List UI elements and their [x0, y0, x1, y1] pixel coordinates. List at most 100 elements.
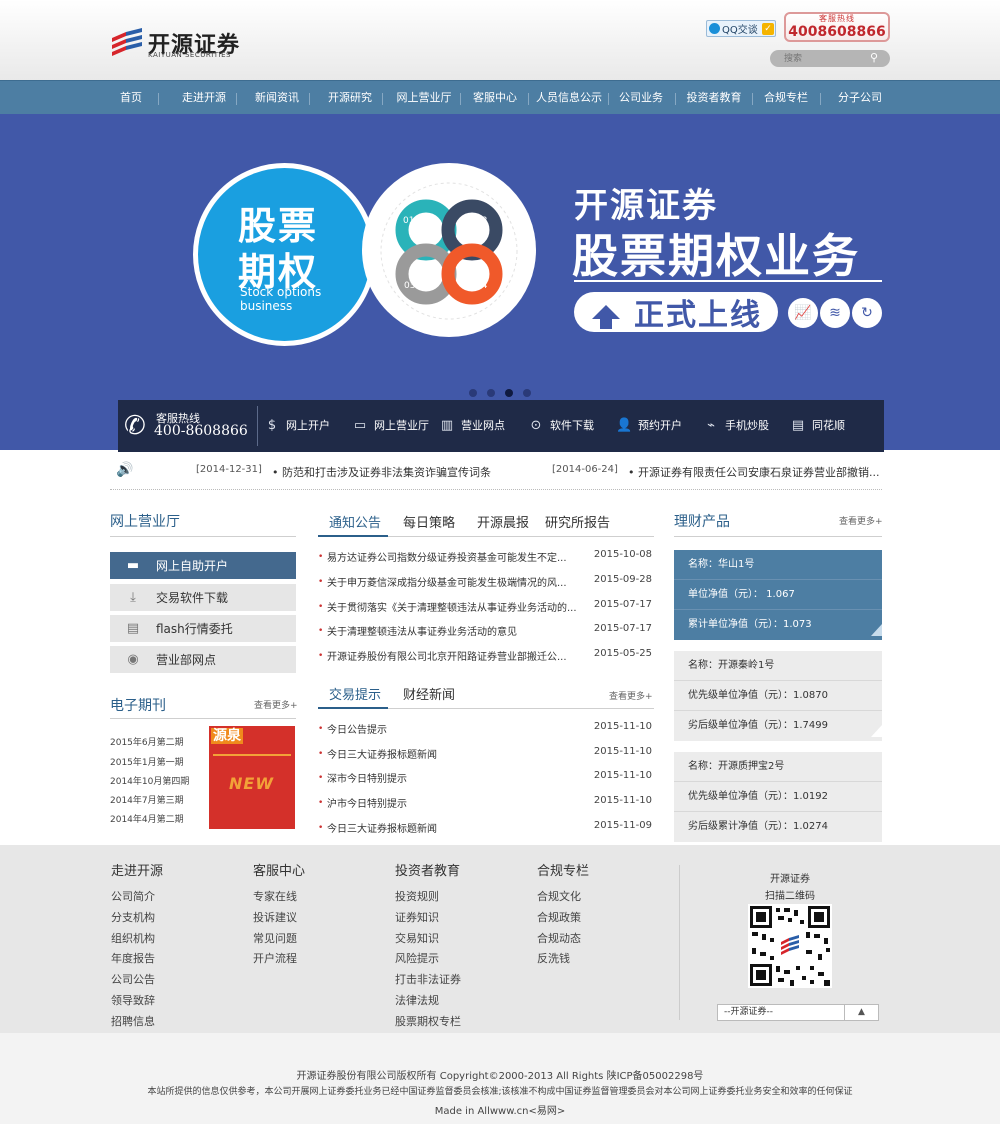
- qq-chat-button[interactable]: QQ交谈 ✓: [706, 20, 776, 37]
- list-item[interactable]: • 沪市今日特别提示 2015-11-10: [318, 793, 654, 818]
- emagazine-issue-link[interactable]: 2014年10月第四期: [110, 774, 189, 787]
- ticker-link[interactable]: • 防范和打击涉及证券非法集资诈骗宣传词条: [272, 464, 491, 480]
- nav-item-news[interactable]: 新闻资讯: [249, 81, 305, 115]
- carousel-dot[interactable]: [523, 389, 531, 397]
- nav-item-service[interactable]: 客服中心: [467, 81, 523, 115]
- hotline-box: 客服热线 4008608866: [784, 12, 890, 42]
- trading-more-link[interactable]: 查看更多+: [609, 689, 653, 702]
- footer-link[interactable]: 反洗钱: [537, 950, 570, 966]
- quick-link-online-account[interactable]: $ 网上开户: [264, 415, 330, 437]
- ticker-link[interactable]: • 开源证券有限责任公司安康石泉证券营业部撤销...: [628, 464, 879, 480]
- footer-link[interactable]: 开户流程: [253, 950, 297, 966]
- footer-link[interactable]: 领导致辞: [111, 992, 155, 1008]
- nav-item-about[interactable]: 走进开源: [176, 81, 232, 115]
- branch-locations-button[interactable]: ◉ 营业部网点: [110, 646, 296, 673]
- emagazine-issue-link[interactable]: 2014年7月第三期: [110, 793, 184, 806]
- footer-link[interactable]: 打击非法证券: [395, 971, 461, 987]
- emagazine-issue-link[interactable]: 2015年6月第二期: [110, 735, 184, 748]
- footer-link[interactable]: 组织机构: [111, 930, 155, 946]
- list-item[interactable]: • 今日三大证券报标题新闻 2015-11-09: [318, 818, 654, 843]
- footer-link[interactable]: 公司简介: [111, 888, 155, 904]
- list-item[interactable]: • 易方达证券公司指数分级证券投资基金可能发生不定... 2015-10-08: [318, 547, 654, 572]
- quick-link-branches[interactable]: ▥ 营业网点: [439, 415, 505, 437]
- footer-link[interactable]: 风险提示: [395, 950, 439, 966]
- footer-link[interactable]: 合规文化: [537, 888, 581, 904]
- triangle-up-icon[interactable]: ▲: [844, 1005, 878, 1020]
- footer-link[interactable]: 公司公告: [111, 971, 155, 987]
- list-item-date: 2015-09-28: [593, 574, 652, 585]
- quick-link-appointment[interactable]: 👤 预约开户: [616, 415, 682, 437]
- list-item-title: 关于贯彻落实《关于清理整顿违法从事证券业务活动的...: [327, 603, 577, 614]
- emagazine-more-link[interactable]: 查看更多+: [254, 698, 298, 711]
- emagazine-issue-link[interactable]: 2015年1月第一期: [110, 755, 184, 768]
- carousel-dot[interactable]: [505, 389, 513, 397]
- carousel-dot[interactable]: [487, 389, 495, 397]
- footer-link[interactable]: 交易知识: [395, 930, 439, 946]
- quick-link-software[interactable]: ⊙ 软件下载: [528, 415, 594, 437]
- tab-trading-tips[interactable]: 交易提示: [329, 684, 381, 703]
- nav-item-compliance[interactable]: 合规专栏: [758, 81, 814, 115]
- tab-finance-news[interactable]: 财经新闻: [403, 684, 455, 703]
- qq-icon: [709, 23, 720, 34]
- footer-link[interactable]: 投诉建议: [253, 909, 297, 925]
- flash-quotes-button[interactable]: ▤ flash行情委托: [110, 615, 296, 642]
- nav-item-home[interactable]: 首页: [108, 81, 154, 115]
- list-item[interactable]: • 今日三大证券报标题新闻 2015-11-10: [318, 744, 654, 769]
- list-item[interactable]: • 关于清理整顿违法从事证券业务活动的意见 2015-07-17: [318, 621, 654, 646]
- footer-link[interactable]: 法律法规: [395, 992, 439, 1008]
- products-more-link[interactable]: 查看更多+: [839, 514, 883, 527]
- self-service-account-button[interactable]: ▬ 网上自助开户: [110, 552, 296, 579]
- tab-daily-strategy[interactable]: 每日策略: [403, 512, 455, 531]
- quickbar-hotline-number: 400-8608866: [154, 423, 248, 439]
- nav-item-business[interactable]: 公司业务: [613, 81, 669, 115]
- footer-link[interactable]: 合规动态: [537, 930, 581, 946]
- tab-notices[interactable]: 通知公告: [329, 512, 381, 531]
- list-item[interactable]: • 关于申万菱信深成指分级基金可能发生极端情况的风... 2015-09-28: [318, 572, 654, 597]
- list-item-title: 易方达证券公司指数分级证券投资基金可能发生不定...: [327, 553, 567, 564]
- product-name: 名称：开源秦岭1号: [674, 651, 882, 681]
- footer-link[interactable]: 常见问题: [253, 930, 297, 946]
- footer-link[interactable]: 招聘信息: [111, 1013, 155, 1029]
- nav-item-subsidiaries[interactable]: 分子公司: [832, 81, 888, 115]
- tab-morning-report[interactable]: 开源晨报: [477, 512, 529, 531]
- cover-stripe: [213, 754, 291, 756]
- quick-link-label: 预约开户: [638, 419, 682, 432]
- footer-link[interactable]: 分支机构: [111, 909, 155, 925]
- phone-icon: ✆: [124, 411, 146, 441]
- footer-link[interactable]: 专家在线: [253, 888, 297, 904]
- footer-link[interactable]: 投资规则: [395, 888, 439, 904]
- footer-link[interactable]: 合规政策: [537, 909, 581, 925]
- nav-item-investor-edu[interactable]: 投资者教育: [681, 81, 747, 115]
- nav-item-staff[interactable]: 人员信息公示: [532, 81, 606, 115]
- quick-link-tonghuashun[interactable]: ▤ 同花顺: [790, 415, 845, 437]
- trading-software-download-button[interactable]: ⤓ 交易软件下载: [110, 584, 296, 611]
- list-item-title: 关于清理整顿违法从事证券业务活动的意见: [327, 627, 517, 638]
- logo-icon[interactable]: [110, 28, 144, 58]
- disclaimer-line: 本站所提供的信息仅供参考，本公司开展网上证券委托业务已经中国证券监督委员会核准;…: [147, 1087, 853, 1097]
- tab-research-report[interactable]: 研究所报告: [545, 512, 610, 531]
- emagazine-cover[interactable]: 源泉 NEW: [209, 726, 295, 829]
- search-icon[interactable]: ⚲: [870, 52, 882, 64]
- qr-code: [748, 904, 832, 988]
- product-card[interactable]: 名称：开源质押宝2号 优先级单位净值（元）：1.0192 劣后级累计净值（元）：…: [674, 752, 882, 842]
- footer-link[interactable]: 证券知识: [395, 909, 439, 925]
- footer-link[interactable]: 年度报告: [111, 950, 155, 966]
- carousel-dot[interactable]: [469, 389, 477, 397]
- quick-link-online-hall[interactable]: ▭ 网上营业厅: [352, 415, 429, 437]
- ring-number: 03: [404, 281, 415, 291]
- list-item[interactable]: • 开源证券股份有限公司北京开阳路证券营业部搬迁公... 2015-05-25: [318, 646, 654, 671]
- list-item-title: 关于申万菱信深成指分级基金可能发生极端情况的风...: [327, 578, 567, 589]
- quick-link-label: 网上开户: [286, 419, 330, 432]
- product-card[interactable]: 名称：开源秦岭1号 优先级单位净值（元）：1.0870 劣后级单位净值（元）：1…: [674, 651, 882, 741]
- list-item[interactable]: • 关于贯彻落实《关于清理整顿违法从事证券业务活动的... 2015-07-17: [318, 597, 654, 622]
- list-item-title: 今日三大证券报标题新闻: [327, 750, 437, 761]
- nav-item-online-hall[interactable]: 网上营业厅: [391, 81, 457, 115]
- emagazine-issue-link[interactable]: 2014年4月第二期: [110, 812, 184, 825]
- nav-item-research[interactable]: 开源研究: [322, 81, 378, 115]
- list-item-date: 2015-07-17: [593, 599, 652, 610]
- quick-link-mobile[interactable]: ⌁ 手机炒股: [703, 415, 769, 437]
- list-item[interactable]: • 深市今日特别提示 2015-11-10: [318, 768, 654, 793]
- list-item[interactable]: • 今日公告提示 2015-11-10: [318, 719, 654, 744]
- product-card[interactable]: 名称：华山1号 单位净值（元）： 1.067 累计单位净值（元）：1.073: [674, 550, 882, 640]
- footer-link[interactable]: 股票期权专栏: [395, 1013, 461, 1029]
